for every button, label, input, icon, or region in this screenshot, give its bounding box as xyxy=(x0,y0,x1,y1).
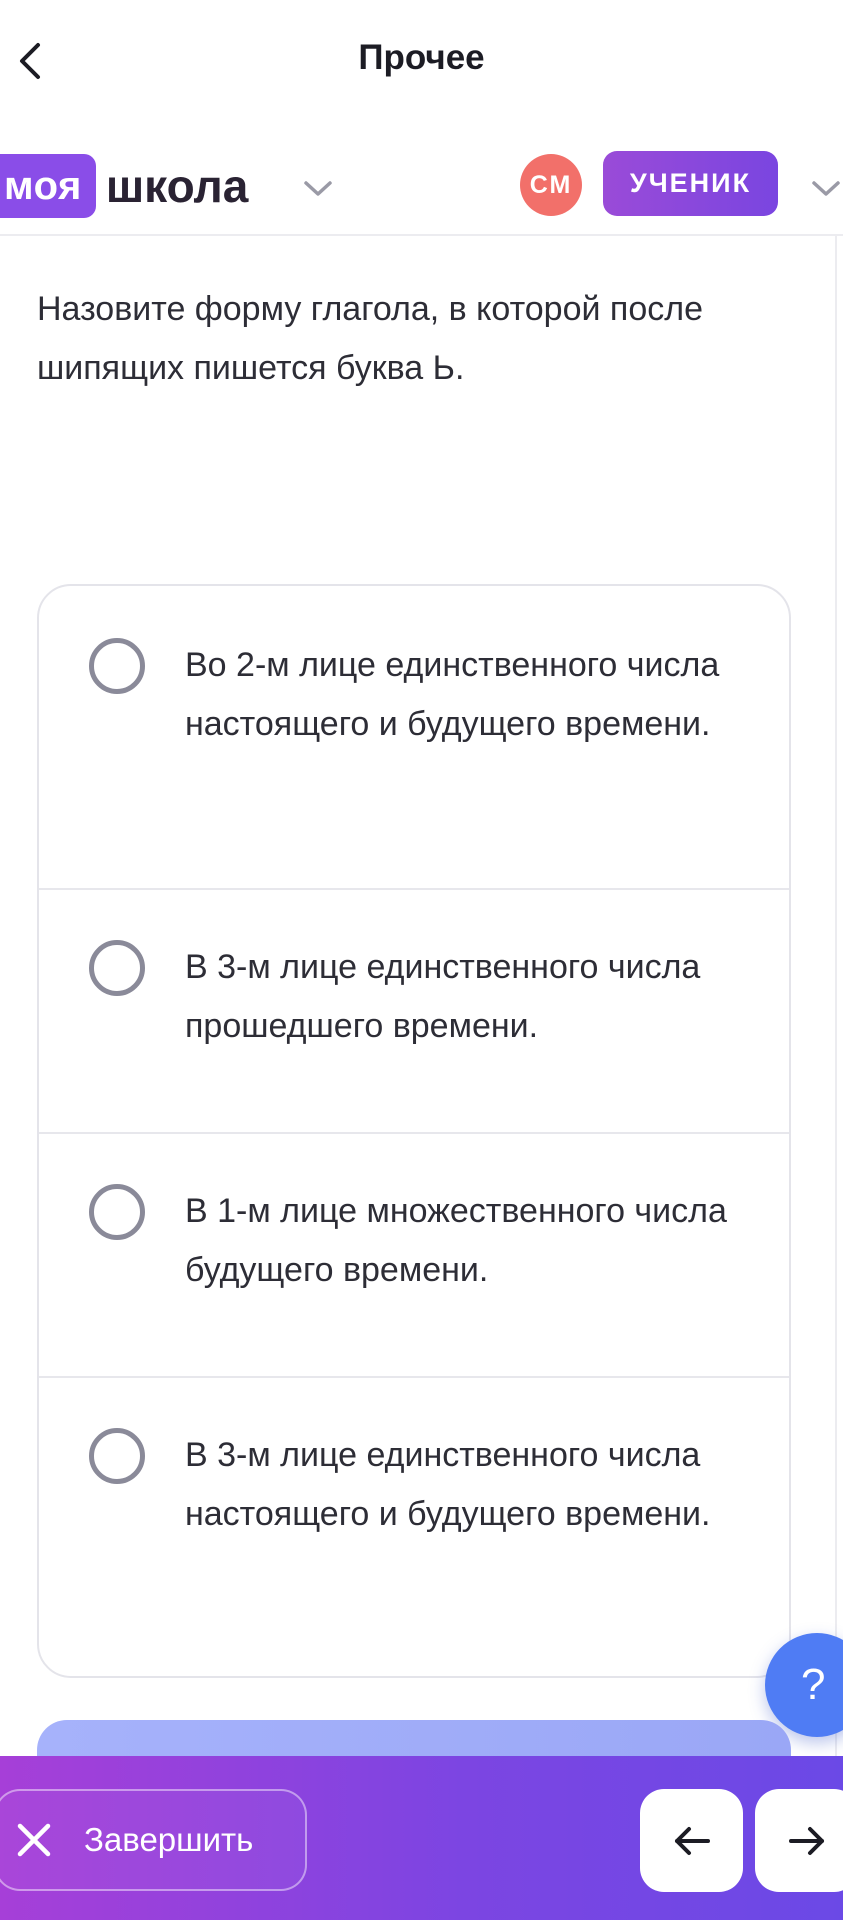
answer-option-2[interactable]: В 3-м лице единственного числа прошедшег… xyxy=(39,888,789,1132)
radio-button[interactable] xyxy=(89,638,145,694)
radio-button[interactable] xyxy=(89,1428,145,1484)
arrow-right-icon xyxy=(788,1826,824,1855)
answer-option-label: Во 2-м лице единственного числа настояще… xyxy=(185,646,720,743)
prev-question-button[interactable] xyxy=(640,1789,743,1892)
content-border xyxy=(835,236,837,1756)
quiz-screen: Прочее моя школа СМ УЧЕНИК Назовите форм… xyxy=(0,0,843,1920)
finish-button-label: Завершить xyxy=(84,1821,254,1858)
chevron-down-icon[interactable] xyxy=(808,170,843,206)
answer-option-label: В 3-м лице единственного числа прошедшег… xyxy=(185,948,701,1045)
answer-option-label: В 3-м лице единственного числа настоящег… xyxy=(185,1436,711,1533)
school-logo[interactable]: моя школа xyxy=(0,154,248,218)
radio-button[interactable] xyxy=(89,940,145,996)
answer-option-3[interactable]: В 1-м лице множественного числа будущего… xyxy=(39,1132,789,1376)
role-badge[interactable]: УЧЕНИК xyxy=(603,151,778,216)
chevron-down-icon[interactable] xyxy=(300,170,336,206)
answer-option-4[interactable]: В 3-м лице единственного числа настоящег… xyxy=(39,1376,789,1676)
answer-option-label: В 1-м лице множественного числа будущего… xyxy=(185,1192,727,1289)
app-header: моя школа СМ УЧЕНИК xyxy=(0,140,843,236)
header-divider xyxy=(0,234,843,236)
logo-part-shkola: школа xyxy=(105,160,249,212)
avatar[interactable]: СМ xyxy=(520,154,582,216)
radio-button[interactable] xyxy=(89,1184,145,1240)
top-bar: Прочее xyxy=(0,0,843,120)
arrow-left-icon xyxy=(674,1826,710,1855)
answer-options: Во 2-м лице единственного числа настояще… xyxy=(37,584,791,1678)
page-title: Прочее xyxy=(358,38,485,77)
answer-option-1[interactable]: Во 2-м лице единственного числа настояще… xyxy=(39,586,789,888)
finish-button[interactable]: Завершить xyxy=(0,1789,307,1891)
next-question-button[interactable] xyxy=(755,1789,843,1892)
close-icon xyxy=(17,1823,51,1857)
question-text: Назовите форму глагола, в которой после … xyxy=(37,290,704,387)
bottom-bar: Завершить xyxy=(0,1756,843,1920)
logo-part-moya: моя xyxy=(0,154,96,218)
